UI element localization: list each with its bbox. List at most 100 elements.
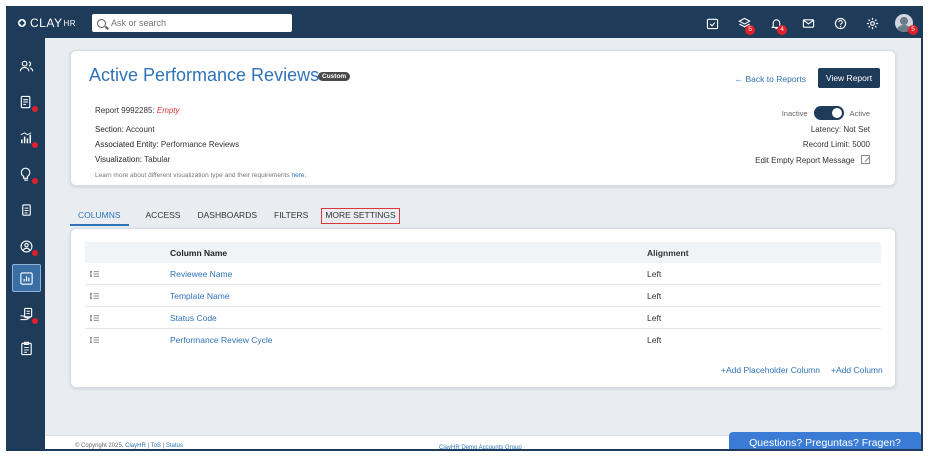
tab-filters[interactable]: FILTERS <box>274 208 308 226</box>
chat-widget-button[interactable]: Questions? Preguntas? Fragen? <box>729 432 921 449</box>
edit-empty-message-label: Edit Empty Report Message <box>755 156 855 165</box>
layers-button[interactable]: 5 <box>733 13 755 35</box>
tab-columns[interactable]: COLUMNS <box>70 208 129 226</box>
drag-handle-icon[interactable] <box>90 314 99 322</box>
gear-icon <box>866 17 878 29</box>
logo-mark-icon <box>18 19 26 27</box>
columns-table-card: Column Name Alignment Reviewee Name Left… <box>70 228 896 388</box>
alignment-header: Alignment <box>647 248 689 258</box>
drag-handle-icon[interactable] <box>90 270 99 278</box>
tab-dashboards[interactable]: DASHBOARDS <box>197 208 257 226</box>
table-header: Column Name Alignment <box>85 242 881 263</box>
notification-dot <box>32 178 38 184</box>
notification-dot <box>32 250 38 256</box>
drag-handle-icon[interactable] <box>90 336 99 344</box>
add-placeholder-column-link[interactable]: +Add Placeholder Column <box>721 365 820 375</box>
visualization-label: Visualization: <box>95 155 142 164</box>
column-name-link[interactable]: Status Code <box>170 313 217 323</box>
help-button[interactable] <box>829 13 851 33</box>
report-id: 9992285: <box>121 106 155 115</box>
report-status: Empty <box>156 106 180 115</box>
entity-label: Associated Entity: <box>95 140 159 149</box>
custom-badge: Custom <box>318 72 351 81</box>
footer-group-link[interactable]: ClayHR Demo Accounts Group <box>439 445 522 449</box>
sidebar <box>8 38 45 449</box>
table-row: Performance Review Cycle Left <box>85 329 881 351</box>
notifications-badge: 4 <box>777 25 787 35</box>
edit-empty-message[interactable]: Edit Empty Report Message <box>755 155 870 165</box>
notification-dot <box>32 106 38 112</box>
drag-handle-icon[interactable] <box>90 292 99 300</box>
calendar-check-button[interactable] <box>701 13 723 33</box>
table-row: Template Name Left <box>85 285 881 307</box>
settings-button[interactable] <box>861 13 883 33</box>
learn-more-label: Learn more about different visualization… <box>95 172 290 179</box>
section-label: Section: <box>95 125 124 134</box>
search-box[interactable] <box>92 14 292 32</box>
latency-label: Latency: <box>810 125 842 134</box>
column-name-link[interactable]: Reviewee Name <box>170 269 232 279</box>
section-value: Account <box>125 125 155 134</box>
view-report-button[interactable]: View Report <box>818 68 880 88</box>
search-icon <box>97 18 106 28</box>
analytics-icon <box>20 271 33 285</box>
top-bar: CLAY HR 5 4 <box>8 8 921 38</box>
column-name-link[interactable]: Template Name <box>170 291 230 301</box>
toggle-active-label: Active <box>849 108 870 118</box>
add-column-link[interactable]: +Add Column <box>831 365 883 375</box>
mail-icon <box>802 18 814 28</box>
topbar-icons: 5 4 5 <box>691 13 918 35</box>
footer-brand-link[interactable]: ClayHR <box>125 443 146 449</box>
column-name-header: Column Name <box>170 248 228 258</box>
report-label: Report <box>95 106 120 115</box>
sidebar-item-charts[interactable] <box>12 124 41 152</box>
learn-more-link[interactable]: here. <box>291 172 306 179</box>
footer-tos-link[interactable]: ToS <box>151 443 161 449</box>
logo-suffix: HR <box>63 18 77 28</box>
documents-icon <box>22 203 31 216</box>
logo-text: CLAY <box>30 16 63 30</box>
notifications-button[interactable]: 4 <box>765 13 787 35</box>
sidebar-item-documents[interactable] <box>12 196 41 224</box>
user-menu-button[interactable]: 5 <box>893 13 918 35</box>
tab-access[interactable]: ACCESS <box>146 208 181 226</box>
entity-line: Associated Entity: Performance Reviews <box>95 140 239 149</box>
clayhr-logo[interactable]: CLAY HR <box>18 15 76 31</box>
page-title: Active Performance Reviews <box>89 65 320 85</box>
active-toggle[interactable] <box>813 106 844 120</box>
notification-dot <box>32 142 38 148</box>
record-limit-line: Record Limit: 5000 <box>803 140 870 149</box>
sidebar-item-reports-user[interactable] <box>12 88 41 116</box>
messages-button[interactable] <box>797 13 819 33</box>
footer-status-link[interactable]: Status <box>166 443 183 449</box>
avatar-badge: 5 <box>908 25 918 35</box>
calendar-check-icon <box>706 18 718 29</box>
edit-icon[interactable] <box>861 155 870 164</box>
layers-badge: 5 <box>745 25 755 35</box>
back-to-reports-link[interactable]: ← Back to Reports <box>735 74 806 84</box>
section-line: Section: Account <box>95 125 155 134</box>
sidebar-item-clipboard[interactable] <box>12 334 41 362</box>
tab-more-settings[interactable]: MORE SETTINGS <box>321 208 400 224</box>
sidebar-item-requests[interactable] <box>12 300 41 328</box>
sidebar-item-users[interactable] <box>12 232 41 260</box>
sidebar-item-people[interactable] <box>12 52 41 80</box>
report-header-card: Active Performance Reviews Custom ← Back… <box>70 50 896 186</box>
column-alignment: Left <box>647 335 662 345</box>
clipboard-icon <box>21 341 32 355</box>
copyright-text: © Copyright 2025, <box>75 443 124 449</box>
column-name-link[interactable]: Performance Review Cycle <box>170 335 273 345</box>
search-input[interactable] <box>111 18 281 28</box>
sidebar-item-analytics[interactable] <box>12 264 41 292</box>
column-alignment: Left <box>647 291 662 301</box>
toggle-inactive-label: Inactive <box>781 108 808 118</box>
app-window: CLAY HR 5 4 <box>6 6 923 451</box>
record-limit-value: 5000 <box>852 140 870 149</box>
sidebar-item-ideas[interactable] <box>12 160 41 188</box>
column-alignment: Left <box>647 269 662 279</box>
help-icon <box>834 17 846 29</box>
report-tabs: COLUMNS ACCESS DASHBOARDS FILTERS MORE S… <box>70 208 417 226</box>
entity-value: Performance Reviews <box>160 140 240 149</box>
footer-copyright: © Copyright 2025, ClayHR | ToS | Status <box>75 443 183 449</box>
table-row: Status Code Left <box>85 307 881 329</box>
